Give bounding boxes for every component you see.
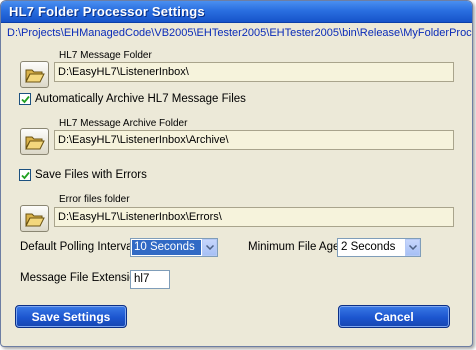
browse-message-folder-button[interactable] bbox=[20, 61, 49, 88]
folder-open-icon bbox=[24, 213, 45, 227]
error-folder-field[interactable]: D:\EasyHL7\ListenerInbox\Errors\ bbox=[54, 207, 454, 227]
config-path: D:\Projects\EHManagedCode\VB2005\EHTeste… bbox=[7, 27, 473, 39]
dropdown-arrow-button[interactable] bbox=[405, 239, 420, 256]
title-bar[interactable]: HL7 Folder Processor Settings bbox=[1, 1, 472, 23]
error-folder-label: Error files folder bbox=[59, 194, 130, 205]
chevron-down-icon bbox=[408, 245, 417, 250]
archive-folder-label: HL7 Message Archive Folder bbox=[59, 118, 188, 129]
file-extension-label: Message File Extension bbox=[20, 272, 143, 284]
auto-archive-checkbox[interactable]: Automatically Archive HL7 Message Files bbox=[19, 93, 246, 105]
cancel-button[interactable]: Cancel bbox=[338, 305, 450, 328]
message-folder-field[interactable]: D:\EasyHL7\ListenerInbox\ bbox=[54, 62, 454, 82]
polling-interval-value: 10 Seconds bbox=[132, 240, 201, 255]
polling-interval-label: Default Polling Interval bbox=[20, 241, 136, 253]
browse-error-folder-button[interactable] bbox=[20, 205, 49, 232]
min-file-age-value: 2 Seconds bbox=[341, 241, 396, 253]
checkmark-icon bbox=[20, 171, 30, 179]
window-title: HL7 Folder Processor Settings bbox=[9, 4, 205, 19]
checkbox-box[interactable] bbox=[19, 93, 31, 105]
save-errors-label: Save Files with Errors bbox=[35, 169, 147, 181]
chevron-down-icon bbox=[205, 245, 214, 250]
folder-open-icon bbox=[24, 69, 45, 83]
settings-window: HL7 Folder Processor Settings D:\Project… bbox=[0, 0, 473, 347]
save-settings-button[interactable]: Save Settings bbox=[15, 305, 127, 328]
auto-archive-label: Automatically Archive HL7 Message Files bbox=[35, 93, 246, 105]
message-folder-label: HL7 Message Folder bbox=[59, 50, 152, 61]
folder-open-icon bbox=[24, 136, 45, 150]
checkmark-icon bbox=[20, 95, 30, 103]
archive-folder-field[interactable]: D:\EasyHL7\ListenerInbox\Archive\ bbox=[54, 130, 454, 150]
browse-archive-folder-button[interactable] bbox=[20, 128, 49, 155]
save-errors-checkbox[interactable]: Save Files with Errors bbox=[19, 169, 147, 181]
file-extension-input[interactable]: hl7 bbox=[130, 270, 170, 289]
min-file-age-select[interactable]: 2 Seconds bbox=[337, 238, 421, 257]
min-file-age-label: Minimum File Age bbox=[248, 241, 340, 253]
checkbox-box[interactable] bbox=[19, 169, 31, 181]
polling-interval-select[interactable]: 10 Seconds bbox=[130, 238, 218, 257]
dropdown-arrow-button[interactable] bbox=[202, 239, 217, 256]
